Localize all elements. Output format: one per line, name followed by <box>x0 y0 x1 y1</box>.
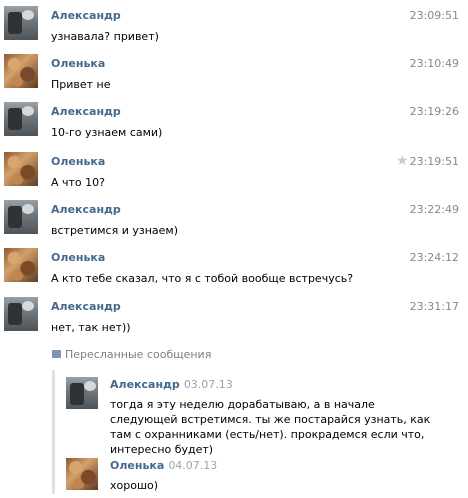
message-text: А что 10? <box>51 176 105 189</box>
forward-icon <box>52 350 61 358</box>
message: Александр 23:22:49 встретимся и узнаем) <box>0 198 468 246</box>
alexandr-avatar[interactable] <box>4 297 38 331</box>
forwarded-date: 03.07.13 <box>183 378 233 391</box>
forwarded-author-name[interactable]: Оленька <box>110 459 164 472</box>
message-text: встретимся и узнаем) <box>51 224 178 237</box>
author-name[interactable]: Оленька <box>51 251 105 264</box>
star-icon[interactable]: ★ <box>396 153 409 169</box>
forwarded-author[interactable]: Александр 03.07.13 <box>110 378 233 391</box>
message: Оленька ★ 23:19:51 А что 10? <box>0 150 468 198</box>
author-name[interactable]: Александр <box>51 9 121 22</box>
forwarded-quote-bar <box>52 370 55 494</box>
alexandr-avatar[interactable] <box>4 200 38 234</box>
message-text: Привет не <box>51 78 111 91</box>
message-text: нет, так нет)) <box>51 321 131 334</box>
author-name[interactable]: Александр <box>51 300 121 313</box>
author-name[interactable]: Александр <box>51 105 121 118</box>
message-text: А кто тебе сказал, что я с тобой вообще … <box>51 272 354 285</box>
message: Александр 23:31:17 нет, так нет)) <box>0 295 468 343</box>
alexandr-avatar[interactable] <box>4 6 38 40</box>
forwarded-label-text: Пересланные сообщения <box>65 348 212 361</box>
message-time: 23:22:49 <box>409 203 459 216</box>
alexandr-avatar[interactable] <box>66 377 98 409</box>
olenka-avatar[interactable] <box>4 152 38 186</box>
forwarded-author[interactable]: Оленька 04.07.13 <box>110 459 217 472</box>
olenka-avatar[interactable] <box>66 458 98 490</box>
alexandr-avatar[interactable] <box>4 102 38 136</box>
forwarded-messages-label: Пересланные сообщения <box>52 348 211 361</box>
message-time: 23:19:26 <box>409 105 459 118</box>
olenka-avatar[interactable] <box>4 248 38 282</box>
author-name[interactable]: Александр <box>51 203 121 216</box>
message: Оленька 23:24:12 А кто тебе сказал, что … <box>0 246 468 294</box>
author-name[interactable]: Оленька <box>51 57 105 70</box>
forwarded-author-name[interactable]: Александр <box>110 378 180 391</box>
author-name[interactable]: Оленька <box>51 155 105 168</box>
message-text: 10-го узнаем сами) <box>51 126 163 139</box>
message: Александр 23:19:26 10-го узнаем сами) <box>0 100 468 148</box>
forwarded-text: тогда я эту неделю дорабатываю, а в нача… <box>110 398 431 456</box>
message-time: 23:10:49 <box>409 57 459 70</box>
message-text: узнавала? привет) <box>51 30 159 43</box>
olenka-avatar[interactable] <box>4 54 38 88</box>
message: Оленька 23:10:49 Привет не <box>0 52 468 100</box>
message-time: 23:09:51 <box>409 9 459 22</box>
forwarded-message: Оленька 04.07.13 хорошо) <box>66 458 456 494</box>
forwarded-text: хорошо) <box>110 479 159 492</box>
forwarded-message: Александр 03.07.13 тогда я эту неделю дор… <box>66 377 456 457</box>
forwarded-date: 04.07.13 <box>168 459 218 472</box>
message-time: 23:19:51 <box>409 155 459 168</box>
message-time: 23:31:17 <box>409 300 459 313</box>
message: Александр 23:09:51 узнавала? привет) <box>0 4 468 52</box>
message-time: 23:24:12 <box>409 251 459 264</box>
